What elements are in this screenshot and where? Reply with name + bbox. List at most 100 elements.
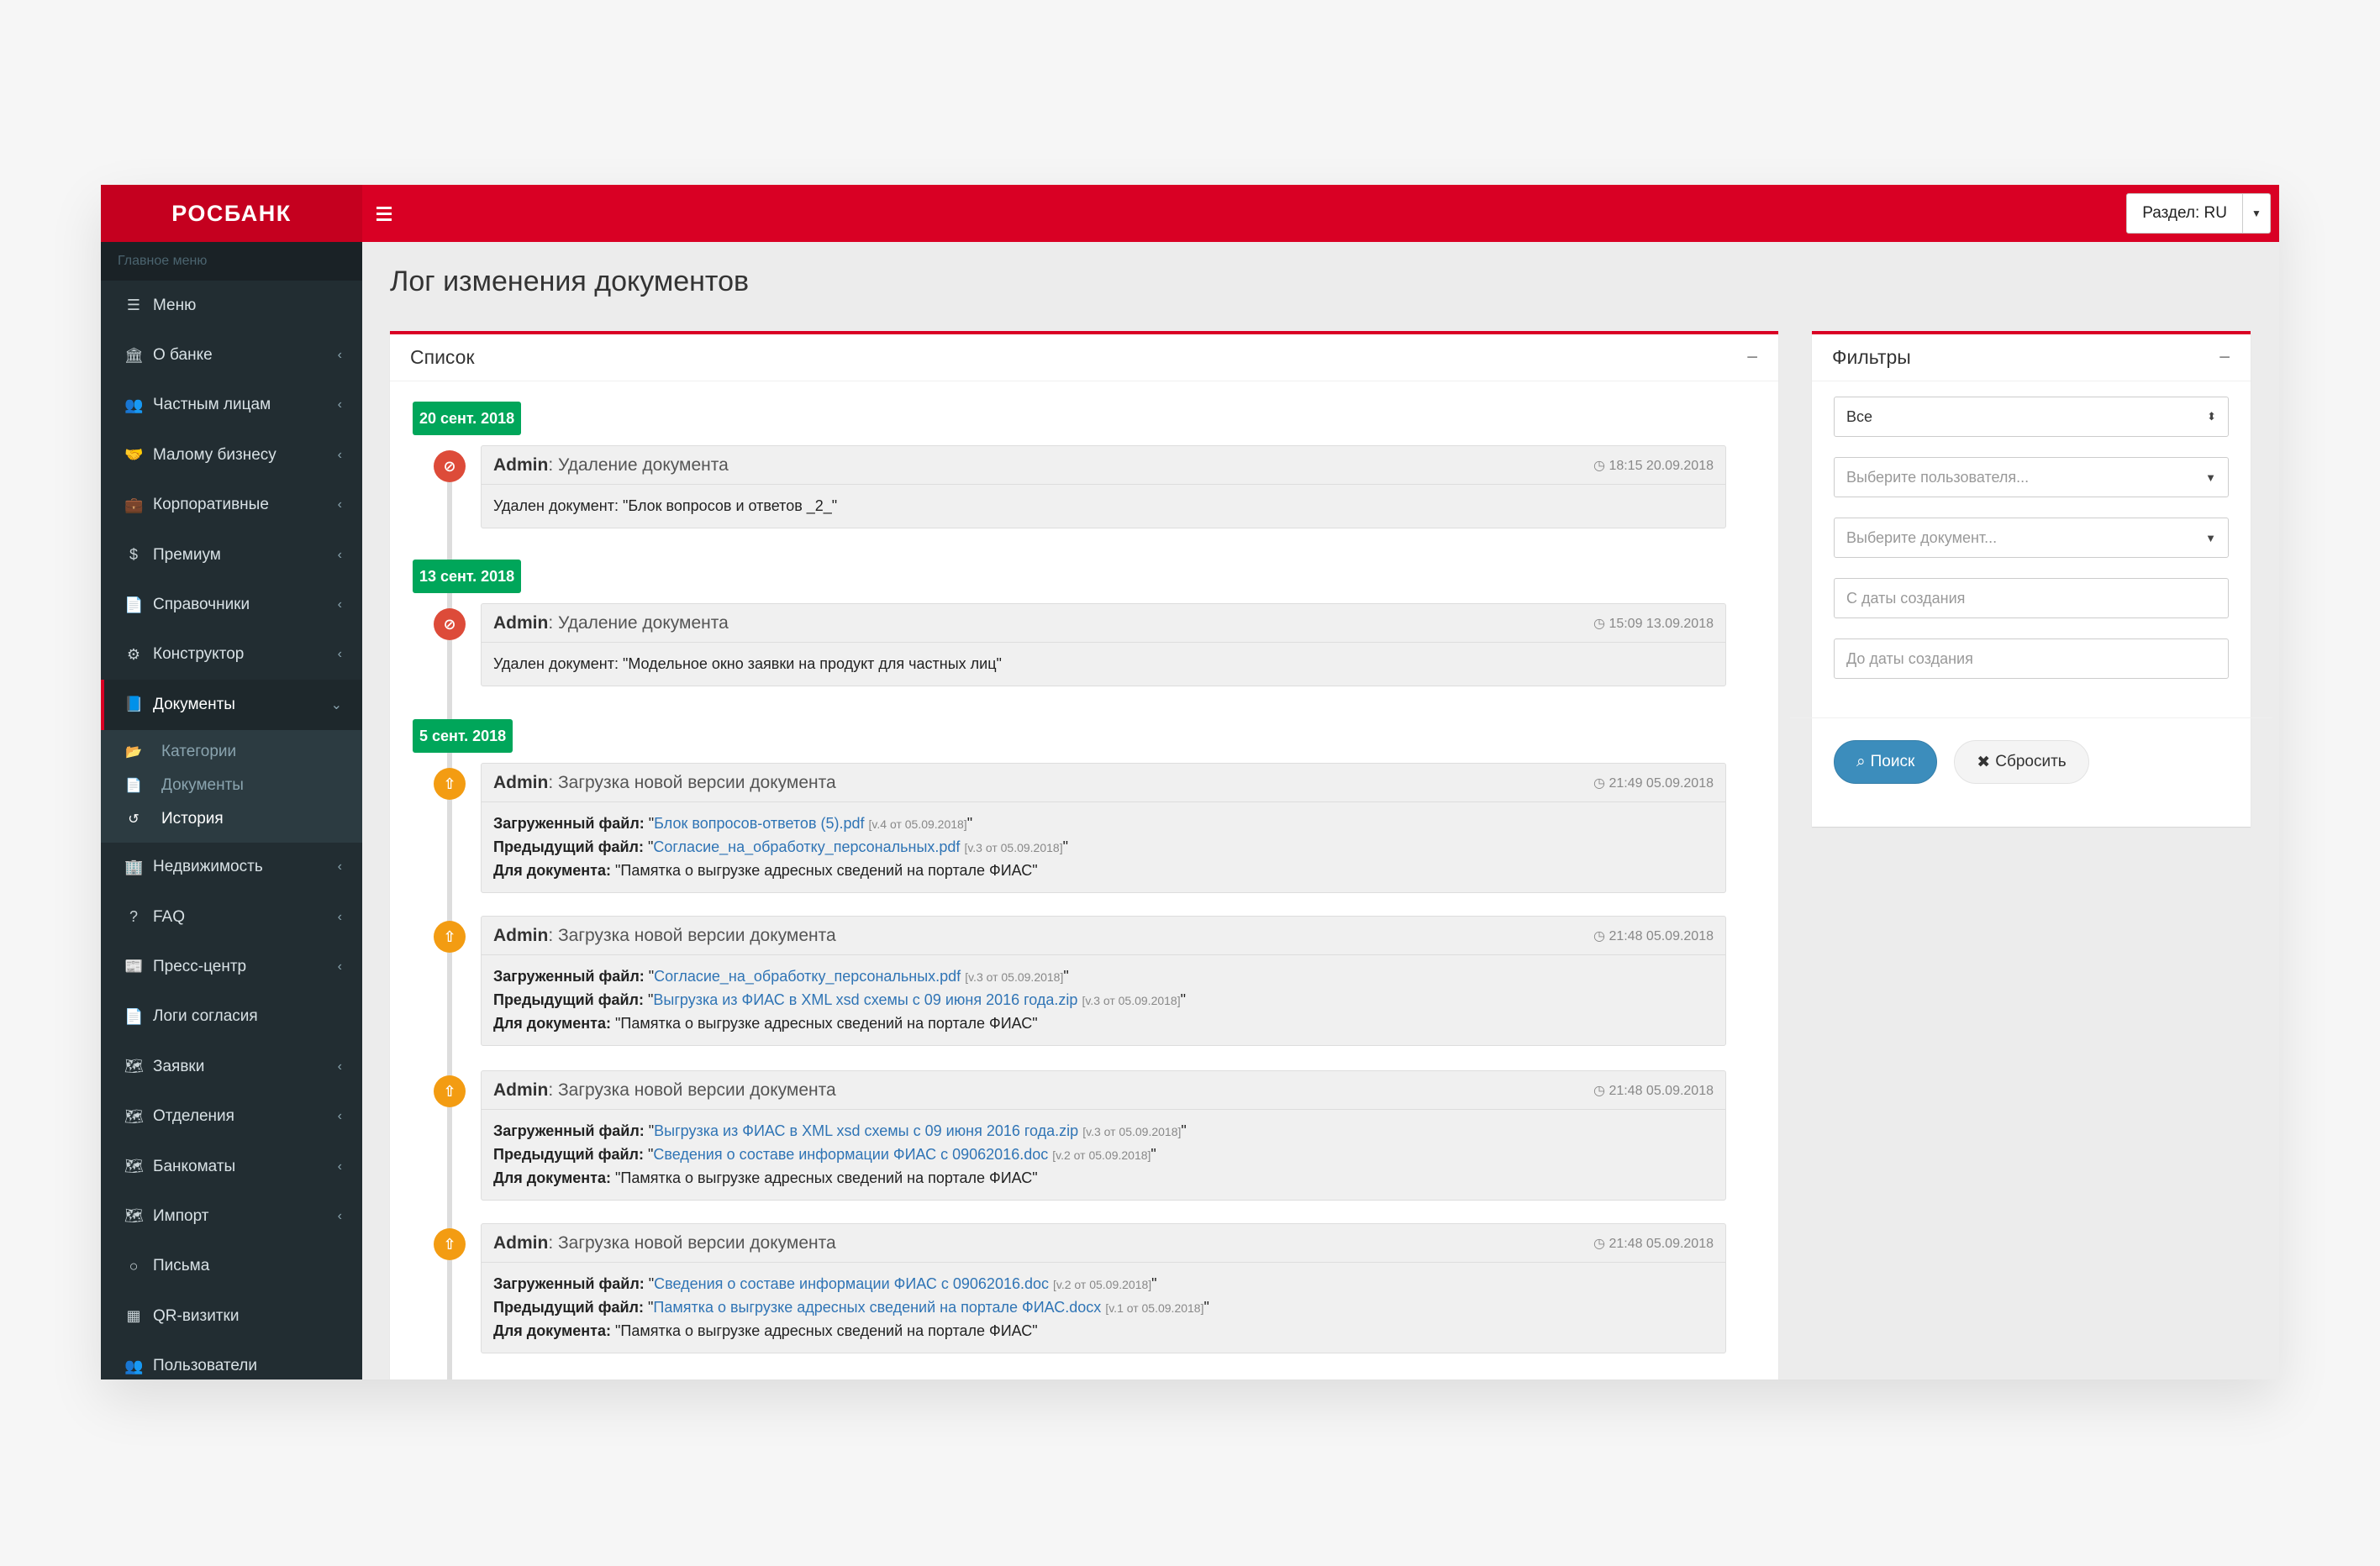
sidebar-item-consent-logs[interactable]: 📄 Логи согласия xyxy=(101,992,362,1042)
entry-title: Admin: Загрузка новой версии документа xyxy=(493,1080,836,1101)
caret-down-icon: ▼ xyxy=(2205,531,2216,544)
chevron-left-icon: ‹ xyxy=(337,497,342,512)
uploaded-file-row: Загруженный файл: "Блок вопросов-ответов… xyxy=(493,815,973,832)
date-from-input[interactable]: С даты создания xyxy=(1834,578,2229,618)
entry-time: ◷ 21:48 05.09.2018 xyxy=(1593,928,1714,944)
search-button[interactable]: ⌕ Поиск xyxy=(1834,740,1938,784)
reset-button[interactable]: ✖ Сбросить xyxy=(1954,740,2089,784)
sidebar-item-label: Корпоративные xyxy=(153,496,269,514)
sidebar-item-constructor[interactable]: ⚙ Конструктор ‹ xyxy=(101,630,362,680)
sidebar-item-label: Письма xyxy=(153,1257,210,1275)
building-icon: 🏢 xyxy=(124,858,144,875)
uploaded-file-link[interactable]: Блок вопросов-ответов (5).pdf xyxy=(654,815,864,832)
logo[interactable]: РОСБАНК xyxy=(101,185,362,242)
user-select[interactable]: Выберите пользователя... ▼ xyxy=(1834,457,2229,497)
sidebar-item-label: Недвижимость xyxy=(153,858,263,876)
submenu-item-categories[interactable]: 📂 Категории xyxy=(101,735,362,769)
timeline-entry: Admin: Загрузка новой версии документа ◷… xyxy=(481,916,1726,1046)
sidebar-item-branches[interactable]: 🗺 Отделения ‹ xyxy=(101,1091,362,1141)
previous-file-link[interactable]: Выгрузка из ФИАС в XML xsd схемы с 09 ию… xyxy=(653,991,1077,1008)
uploaded-file-link[interactable]: Выгрузка из ФИАС в XML xsd схемы с 09 ию… xyxy=(654,1122,1078,1139)
sidebar-item-label: QR-визитки xyxy=(153,1306,240,1325)
sidebar-item-references[interactable]: 📄 Справочники ‹ xyxy=(101,580,362,629)
submenu-item-documents[interactable]: 📄 Документы xyxy=(101,769,362,802)
sidebar-item-premium[interactable]: $ Премиум ‹ xyxy=(101,530,362,580)
chevron-left-icon: ‹ xyxy=(337,1059,342,1074)
sidebar-item-corporate[interactable]: 💼 Корпоративные ‹ xyxy=(101,481,362,530)
type-select[interactable]: Все ⬍ xyxy=(1834,397,2229,437)
timeline-entry-header: Admin: Удаление документа ◷ 18:15 20.09.… xyxy=(482,446,1725,485)
sidebar-item-label: Справочники xyxy=(153,596,250,614)
entry-time-text: 21:48 05.09.2018 xyxy=(1609,1236,1714,1251)
timeline-entry-header: Admin: Загрузка новой версии документа ◷… xyxy=(482,1071,1725,1110)
dollar-icon: $ xyxy=(129,546,138,564)
previous-file-link[interactable]: Согласие_на_обработку_персональных.pdf xyxy=(653,838,960,855)
previous-file-label: Предыдущий файл: xyxy=(493,1299,644,1316)
chevron-left-icon: ‹ xyxy=(337,859,342,875)
logo-text: РОСБАНК xyxy=(171,200,292,226)
clock-icon: ◷ xyxy=(1593,1083,1609,1098)
previous-file-link[interactable]: Памятка о выгрузке адресных сведений на … xyxy=(653,1299,1101,1316)
top-navbar: РОСБАНК Раздел: RU ▼ xyxy=(101,185,2279,242)
uploaded-file-label: Загруженный файл: xyxy=(493,815,645,832)
sidebar-item-qr-cards[interactable]: ▦ QR-визитки xyxy=(101,1291,362,1341)
entry-title: Admin: Загрузка новой версии документа xyxy=(493,1233,836,1253)
submenu-item-history[interactable]: ↺ История xyxy=(101,802,362,836)
document-row: Для документа: "Памятка о выгрузке адрес… xyxy=(493,1167,1714,1190)
sidebar-item-label: Пресс-центр xyxy=(153,957,247,975)
sidebar-item-label: Заявки xyxy=(153,1057,205,1075)
uploaded-file-link[interactable]: Согласие_на_обработку_персональных.pdf xyxy=(654,968,961,985)
sidebar-item-small-business[interactable]: 🤝 Малому бизнесу ‹ xyxy=(101,430,362,480)
map-icon: 🗺 xyxy=(124,1058,144,1075)
chevron-left-icon: ‹ xyxy=(337,959,342,974)
map-icon: 🗺 xyxy=(124,1158,144,1175)
document-name: "Памятка о выгрузке адресных сведений на… xyxy=(615,1169,1038,1186)
filters-body: Все ⬍ Выберите пользователя... ▼ Выберит… xyxy=(1812,381,2251,714)
chevron-left-icon: ‹ xyxy=(337,1159,342,1174)
list-icon: ☰ xyxy=(126,297,141,314)
sidebar-item-menu[interactable]: ☰ Меню xyxy=(101,281,362,330)
sidebar-item-real-estate[interactable]: 🏢 Недвижимость ‹ xyxy=(101,843,362,892)
chevron-left-icon: ‹ xyxy=(337,547,342,562)
collapse-icon[interactable]: − xyxy=(2219,346,2230,370)
sidebar-item-documents[interactable]: 📘 Документы ⌄ xyxy=(101,680,362,730)
document-select[interactable]: Выберите документ... ▼ xyxy=(1834,518,2229,558)
sidebar-item-letters[interactable]: ○ Письма xyxy=(101,1242,362,1291)
sidebar-item-import[interactable]: 🗺 Импорт ‹ xyxy=(101,1191,362,1241)
file-icon: 📄 xyxy=(124,596,144,613)
chevron-left-icon: ‹ xyxy=(337,909,342,924)
sort-arrows-icon: ⬍ xyxy=(2207,410,2216,423)
sidebar: Главное меню ☰ Меню 🏛 О банке ‹ 👥 Частны… xyxy=(101,242,362,1379)
sidebar-item-about[interactable]: 🏛 О банке ‹ xyxy=(101,330,362,380)
collapse-icon[interactable]: − xyxy=(1746,346,1758,370)
entry-action: : Загрузка новой версии документа xyxy=(548,925,836,945)
sidebar-item-private[interactable]: 👥 Частным лицам ‹ xyxy=(101,381,362,430)
sidebar-item-press[interactable]: 📰 Пресс-центр ‹ xyxy=(101,942,362,991)
chevron-left-icon: ‹ xyxy=(337,348,342,363)
version-text: [v.2 от 05.09.2018] xyxy=(1053,1278,1152,1291)
sidebar-item-atms[interactable]: 🗺 Банкоматы ‹ xyxy=(101,1142,362,1191)
sidebar-item-users[interactable]: 👥 Пользователи xyxy=(101,1341,362,1379)
sidebar-item-label: Премиум xyxy=(153,545,221,564)
section-select[interactable]: Раздел: RU ▼ xyxy=(2126,193,2271,234)
entry-title: Admin: Загрузка новой версии документа xyxy=(493,773,836,793)
caret-down-icon[interactable]: ▼ xyxy=(2243,194,2270,233)
section-select-label[interactable]: Раздел: RU xyxy=(2127,194,2243,233)
users-icon: 👥 xyxy=(124,1357,144,1374)
hamburger-menu-icon[interactable] xyxy=(376,202,398,225)
previous-file-link[interactable]: Сведения о составе информации ФИАС с 090… xyxy=(653,1146,1048,1163)
timeline-entry-body: Удален документ: "Блок вопросов и ответо… xyxy=(493,497,838,514)
document-select-placeholder: Выберите документ... xyxy=(1846,528,1998,546)
entry-action: : Удаление документа xyxy=(548,612,729,633)
uploaded-file-link[interactable]: Сведения о составе информации ФИАС с 090… xyxy=(654,1275,1049,1292)
date-to-input[interactable]: До даты создания xyxy=(1834,638,2229,679)
sidebar-item-faq[interactable]: ? FAQ ‹ xyxy=(101,892,362,942)
uploaded-file-row: Загруженный файл: "Выгрузка из ФИАС в XM… xyxy=(493,1122,1187,1139)
timeline-entry-body: Загруженный файл: "Сведения о составе ин… xyxy=(482,1263,1725,1353)
sidebar-item-requests[interactable]: 🗺 Заявки ‹ xyxy=(101,1042,362,1091)
map-icon: 🗺 xyxy=(124,1107,144,1125)
uploaded-file-label: Загруженный файл: xyxy=(493,1275,645,1292)
timeline-entry: Admin: Удаление документа ◷ 18:15 20.09.… xyxy=(481,445,1726,528)
ban-icon: ⊘ xyxy=(434,450,466,482)
timeline-entry-body: Загруженный файл: "Блок вопросов-ответов… xyxy=(482,802,1725,892)
